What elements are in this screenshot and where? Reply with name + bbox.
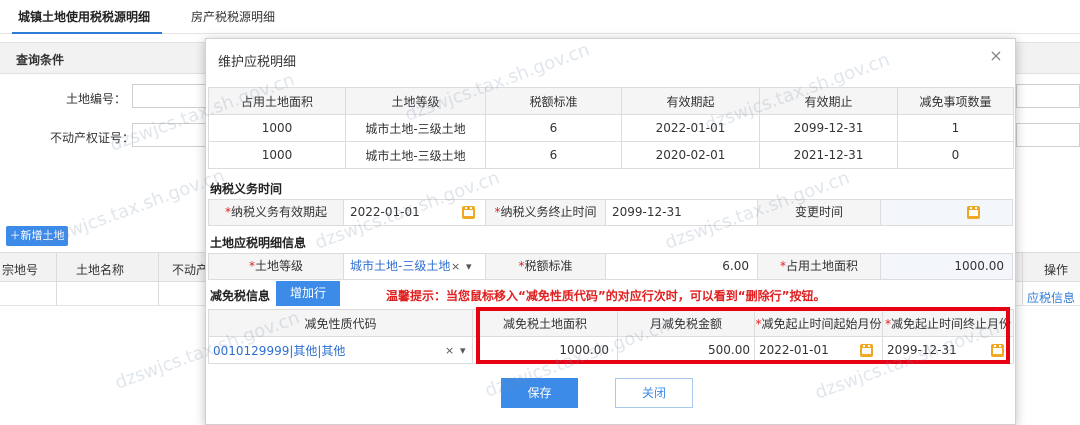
- right-input-1[interactable]: [1016, 84, 1080, 108]
- save-button[interactable]: 保存: [501, 378, 578, 408]
- th-land-grade: 土地等级: [345, 87, 486, 115]
- tax-period-table: 占用土地面积 土地等级 税额标准 有效期起 有效期止 减免事项数量 1000 城…: [208, 87, 1014, 169]
- relief-start-value: 2022-01-01: [759, 343, 829, 357]
- table-row[interactable]: 0010129999|其他|其他 × ▾ 1000.00 500.00 2022-0…: [208, 336, 1014, 364]
- close-button[interactable]: 关闭: [615, 378, 693, 408]
- table-header-row: 减免性质代码 减免税土地面积 月减免税金额 *减免起止时间起始月份 *减免起止时…: [208, 309, 1014, 337]
- col-land-name: 土地名称: [76, 263, 125, 277]
- cell-rate: 6: [485, 141, 622, 169]
- start-date-value: 2022-01-01: [350, 205, 420, 219]
- table-row[interactable]: 1000 城市土地-三级土地 6 2022-01-01 2099-12-31 1: [208, 114, 1014, 142]
- relief-end-value: 2099-12-31: [887, 343, 957, 357]
- col-parcel-no: 宗地号: [2, 263, 39, 277]
- start-label-text: 纳税义务有效期起: [230, 205, 327, 219]
- cell-to: 2021-12-31: [759, 141, 898, 169]
- tax-rate-value: 6.00: [606, 254, 758, 279]
- cell-grade: 城市土地-三级土地: [345, 114, 486, 142]
- th-tax-rate: 税额标准: [485, 87, 622, 115]
- cell-grade: 城市土地-三级土地: [345, 141, 486, 169]
- area-label: *占用土地面积: [758, 254, 881, 279]
- start-label: *纳税义务有效期起: [209, 200, 344, 225]
- th-valid-to: 有效期止: [759, 87, 898, 115]
- tab-land-use-tax[interactable]: 城镇土地使用税税源明细: [11, 6, 163, 34]
- cell-from: 2020-02-01: [621, 141, 760, 169]
- grade-label-text: 土地等级: [254, 259, 303, 273]
- cell-count: 1: [897, 114, 1014, 142]
- th-valid-from: 有效期起: [621, 87, 760, 115]
- end-label: *纳税义务终止时间: [486, 200, 606, 225]
- right-input-2[interactable]: [1016, 123, 1080, 147]
- th-relief-count: 减免事项数量: [897, 87, 1014, 115]
- rate-label-text: 税额标准: [524, 259, 573, 273]
- cell-from: 2022-01-01: [621, 114, 760, 142]
- dialog-title: 维护应税明细: [218, 55, 297, 70]
- start-date-input[interactable]: 2022-01-01: [344, 200, 486, 225]
- th-relief-area: 减免税土地面积: [472, 309, 618, 337]
- calendar-icon[interactable]: [462, 206, 475, 219]
- monthly-relief-cell: 500.00: [617, 336, 755, 364]
- th-monthly-relief: 月减免税金额: [617, 309, 755, 337]
- th-relief-start: *减免起止时间起始月份: [754, 309, 883, 337]
- end-date-input[interactable]: 2099-12-31: [606, 200, 758, 225]
- end-label-text: 纳税义务终止时间: [500, 205, 597, 219]
- land-no-label: 土地编号：: [66, 92, 127, 106]
- relief-table: 减免性质代码 减免税土地面积 月减免税金额 *减免起止时间起始月份 *减免起止时…: [208, 309, 1014, 364]
- change-time-input[interactable]: [881, 200, 1012, 225]
- col-divider: [1022, 252, 1023, 306]
- land-detail-form-row: *土地等级 城市土地-三级土地 × ▾ *税额标准 6.00 *占用土地面积 100…: [208, 253, 1013, 280]
- relief-code-value: 0010129999|其他|其他: [213, 343, 346, 358]
- top-tab-bar: 城镇土地使用税税源明细 房产税税源明细: [0, 0, 1080, 34]
- relief-end-input[interactable]: 2099-12-31: [882, 336, 1014, 364]
- area-label-text: 占用土地面积: [785, 259, 858, 273]
- section-title-relief: 减免税信息: [210, 289, 271, 303]
- cert-no-label: 不动产权证号：: [50, 131, 135, 145]
- cell-area: 1000: [208, 141, 346, 169]
- land-grade-select[interactable]: 城市土地-三级土地 × ▾: [344, 254, 486, 279]
- add-row-button[interactable]: 增加行: [276, 281, 340, 306]
- clear-icon[interactable]: ×: [451, 254, 460, 279]
- table-row[interactable]: 1000 城市土地-三级土地 6 2020-02-01 2021-12-31 0: [208, 141, 1014, 169]
- end-date-value: 2099-12-31: [612, 205, 682, 219]
- section-title-land-detail: 土地应税明细信息: [210, 236, 307, 250]
- table-header-row: 占用土地面积 土地等级 税额标准 有效期起 有效期止 减免事项数量: [208, 87, 1014, 115]
- rate-label: *税额标准: [486, 254, 606, 279]
- grade-label: *土地等级: [209, 254, 344, 279]
- th-relief-end: *减免起止时间终止月份: [882, 309, 1014, 337]
- section-title-tax-period: 纳税义务时间: [210, 182, 283, 196]
- grade-value: 城市土地-三级土地: [350, 259, 451, 273]
- cell-count: 0: [897, 141, 1014, 169]
- calendar-icon[interactable]: [991, 344, 1004, 357]
- cell-rate: 6: [485, 114, 622, 142]
- calendar-icon[interactable]: [860, 344, 873, 357]
- cell-to: 2099-12-31: [759, 114, 898, 142]
- relief-start-header-text: 减免起止时间起始月份: [761, 316, 882, 331]
- maintain-tax-detail-dialog: 维护应税明细 × 占用土地面积 土地等级 税额标准 有效期起 有效期止 减免事项…: [205, 38, 1016, 425]
- cert-no-input[interactable]: [132, 123, 212, 147]
- relief-area-cell[interactable]: 1000.00: [472, 336, 618, 364]
- col-divider: [56, 252, 57, 306]
- chevron-down-icon[interactable]: ▾: [460, 344, 466, 357]
- col-divider: [158, 252, 159, 306]
- tab-property-tax[interactable]: 房产税税源明细: [191, 6, 275, 28]
- occupied-area-value: 1000.00: [881, 254, 1012, 279]
- query-title: 查询条件: [16, 53, 65, 67]
- add-land-button[interactable]: ＋新增土地: [6, 226, 68, 246]
- land-no-input[interactable]: [132, 84, 212, 108]
- col-realty: 不动产: [172, 263, 209, 277]
- chevron-down-icon[interactable]: ▾: [466, 254, 472, 279]
- relief-end-header-text: 减免起止时间终止月份: [890, 316, 1011, 331]
- th-relief-code: 减免性质代码: [208, 309, 473, 337]
- tax-period-form-row: *纳税义务有效期起 2022-01-01 *纳税义务终止时间 2099-12-3…: [208, 199, 1013, 226]
- relief-start-input[interactable]: 2022-01-01: [754, 336, 883, 364]
- change-time-label: 变更时间: [758, 200, 881, 225]
- col-operation: 操作: [1044, 263, 1069, 277]
- hint-text: 温馨提示：当您鼠标移入“减免性质代码”的对应行次时，可以看到“删除行”按钮。: [386, 289, 826, 303]
- taxable-info-link[interactable]: 应税信息: [1027, 289, 1075, 306]
- cell-area: 1000: [208, 114, 346, 142]
- th-occupied-area: 占用土地面积: [208, 87, 346, 115]
- close-icon[interactable]: ×: [987, 47, 1005, 65]
- clear-icon[interactable]: ×: [445, 344, 454, 357]
- relief-code-select[interactable]: 0010129999|其他|其他 × ▾: [208, 336, 473, 364]
- calendar-icon[interactable]: [967, 206, 980, 219]
